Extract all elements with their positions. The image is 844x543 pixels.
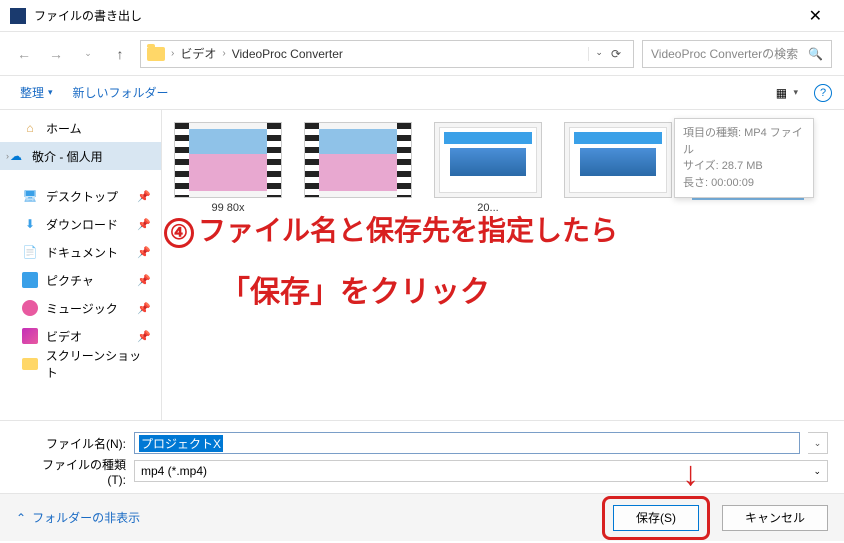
navbar: ← → ⌄ ↑ › ビデオ › VideoProc Converter ⌄ ⟳ … (0, 32, 844, 76)
pin-icon: 📌 (137, 218, 151, 231)
view-mode-button[interactable]: ▦ (773, 85, 789, 101)
thumbnail-image (564, 122, 672, 198)
pin-icon: 📌 (137, 274, 151, 287)
sidebar-item-personal[interactable]: › ☁ 敬介 - 個人用 (0, 142, 161, 170)
chevron-down-icon: ⌄ (813, 466, 821, 477)
home-icon: ⌂ (22, 120, 38, 136)
titlebar: ファイルの書き出し ✕ (0, 0, 844, 32)
music-icon (22, 300, 38, 316)
toolbar: 整理 ▾ 新しいフォルダー ▦ ▾ ? (0, 76, 844, 110)
fields-area: ファイル名(N): プロジェクトX ⌄ ファイルの種類(T): mp4 (*.m… (0, 420, 844, 493)
pin-icon: 📌 (137, 302, 151, 315)
thumbnail-image (174, 122, 282, 198)
filename-dropdown[interactable]: ⌄ (808, 432, 828, 454)
chevron-right-icon: › (171, 48, 174, 59)
hide-folders-button[interactable]: ⌃ フォルダーの非表示 (16, 509, 140, 526)
filetype-select[interactable]: mp4 (*.mp4) ⌄ (134, 460, 828, 482)
footer: ⌃ フォルダーの非表示 保存(S) キャンセル (0, 493, 844, 541)
search-placeholder: VideoProc Converterの検索 (651, 45, 798, 62)
cloud-icon: ☁ (8, 148, 24, 164)
folder-icon (22, 358, 38, 370)
app-icon (10, 8, 26, 24)
sidebar-item-music[interactable]: ミュージック 📌 (0, 294, 161, 322)
sidebar-item-home[interactable]: ⌂ ホーム (0, 114, 161, 142)
window-title: ファイルの書き出し (34, 7, 797, 24)
chevron-right-icon: › (222, 48, 225, 59)
tooltip: 項目の種類: MP4 ファイル サイズ: 28.7 MB 長さ: 00:00:0… (674, 118, 814, 198)
document-icon: 📄 (22, 244, 38, 260)
search-input[interactable]: VideoProc Converterの検索 🔍 (642, 40, 832, 68)
chevron-down-icon[interactable]: ▾ (793, 87, 798, 98)
sidebar-item-desktop[interactable]: 🖥 デスクトップ 📌 (0, 182, 161, 210)
pin-icon: 📌 (137, 190, 151, 203)
filename-input[interactable]: プロジェクトX (134, 432, 800, 454)
file-thumbnail[interactable]: 99 80x (172, 122, 284, 214)
file-thumbnail[interactable] (302, 122, 414, 214)
up-button[interactable]: ↑ (108, 42, 132, 66)
chevron-down-icon: ▾ (48, 87, 53, 98)
pin-icon: 📌 (137, 330, 151, 343)
sidebar-item-videos[interactable]: ビデオ 📌 (0, 322, 161, 350)
pin-icon: 📌 (137, 246, 151, 259)
video-icon (22, 328, 38, 344)
organize-button[interactable]: 整理 ▾ (12, 80, 61, 105)
path-segment[interactable]: VideoProc Converter (232, 47, 343, 61)
chevron-right-icon[interactable]: › (6, 151, 9, 161)
file-thumbnail[interactable] (562, 122, 674, 214)
filetype-label: ファイルの種類(T): (40, 456, 126, 487)
sidebar-item-screenshots[interactable]: スクリーンショット (0, 350, 161, 378)
sidebar-item-documents[interactable]: 📄 ドキュメント 📌 (0, 238, 161, 266)
chevron-up-icon: ⌃ (16, 511, 26, 525)
annotation-arrow: ↓ (682, 455, 699, 494)
help-icon[interactable]: ? (814, 84, 832, 102)
path-segment[interactable]: ビデオ (180, 45, 216, 62)
file-thumbnail[interactable]: 20... (432, 122, 544, 214)
recent-dropdown[interactable]: ⌄ (76, 42, 100, 66)
cancel-button[interactable]: キャンセル (722, 505, 828, 531)
folder-icon (147, 47, 165, 61)
sidebar: ⌂ ホーム › ☁ 敬介 - 個人用 🖥 デスクトップ 📌 ⬇ ダウンロード 📌… (0, 110, 162, 420)
sidebar-item-downloads[interactable]: ⬇ ダウンロード 📌 (0, 210, 161, 238)
filename-label: ファイル名(N): (40, 435, 126, 452)
files-area[interactable]: 99 80x 20... 項目の種類: MP4 ファイル サイズ: 28.7 M… (162, 110, 844, 420)
address-bar[interactable]: › ビデオ › VideoProc Converter ⌄ ⟳ (140, 40, 634, 68)
picture-icon (22, 272, 38, 288)
sidebar-item-pictures[interactable]: ピクチャ 📌 (0, 266, 161, 294)
dropdown-icon[interactable]: ⌄ (595, 47, 603, 61)
search-icon: 🔍 (808, 47, 823, 61)
thumbnail-image (304, 122, 412, 198)
download-icon: ⬇ (22, 216, 38, 232)
new-folder-button[interactable]: 新しいフォルダー (65, 80, 177, 105)
desktop-icon: 🖥 (22, 188, 38, 204)
refresh-icon[interactable]: ⟳ (611, 47, 621, 61)
thumbnail-image (434, 122, 542, 198)
close-icon[interactable]: ✕ (797, 2, 834, 30)
save-button-highlight: 保存(S) (602, 496, 710, 540)
save-button[interactable]: 保存(S) (613, 505, 699, 531)
forward-button[interactable]: → (44, 42, 68, 66)
back-button[interactable]: ← (12, 42, 36, 66)
